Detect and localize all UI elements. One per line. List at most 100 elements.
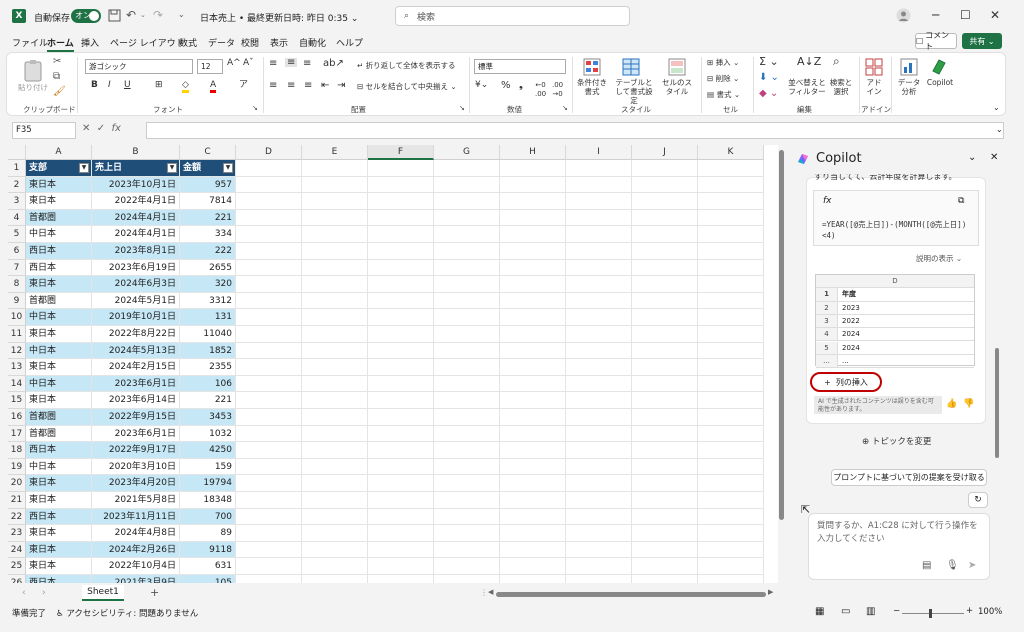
empty-cell[interactable]: [500, 176, 566, 194]
empty-cell[interactable]: [434, 309, 500, 326]
table-cell[interactable]: 700: [180, 508, 236, 526]
empty-cell[interactable]: [698, 541, 764, 559]
sheet-tab[interactable]: Sheet1: [82, 585, 124, 601]
empty-cell[interactable]: [698, 425, 764, 443]
empty-cell[interactable]: [566, 292, 632, 310]
empty-cell[interactable]: [434, 326, 500, 343]
empty-cell[interactable]: [302, 342, 368, 360]
tab-home[interactable]: ホーム: [47, 36, 74, 52]
copilot-ribbon-button[interactable]: Copilot: [925, 78, 955, 87]
column-header[interactable]: A: [26, 145, 92, 160]
empty-cell[interactable]: [434, 475, 500, 492]
empty-cell[interactable]: [566, 541, 632, 559]
suggest-alternative-button[interactable]: プロンプトに基づいて別の提案を受け取る: [831, 469, 987, 486]
empty-cell[interactable]: [698, 392, 764, 409]
conditional-formatting-button[interactable]: 条件付き書式: [574, 78, 610, 96]
empty-cell[interactable]: [698, 259, 764, 277]
row-header[interactable]: 19: [8, 458, 26, 476]
empty-cell[interactable]: [434, 243, 500, 260]
empty-cell[interactable]: [302, 160, 368, 177]
increase-font-icon[interactable]: A^: [227, 59, 241, 68]
empty-cell[interactable]: [500, 292, 566, 310]
row-header[interactable]: 9: [8, 292, 26, 310]
empty-cell[interactable]: [368, 292, 434, 310]
align-bottom-icon[interactable]: ≡: [303, 59, 311, 69]
row-header[interactable]: 11: [8, 326, 26, 343]
table-cell[interactable]: 4250: [180, 442, 236, 459]
table-cell[interactable]: 東日本: [26, 525, 92, 542]
row-header[interactable]: 8: [8, 276, 26, 293]
empty-cell[interactable]: [236, 209, 302, 227]
table-cell[interactable]: 西日本: [26, 243, 92, 260]
close-window-icon[interactable]: ✕: [990, 8, 1000, 22]
change-topic-button[interactable]: ⊕ トピックを変更: [862, 435, 931, 447]
table-cell[interactable]: 2023年6月19日: [92, 259, 180, 277]
table-cell[interactable]: 2023年8月1日: [92, 243, 180, 260]
table-cell[interactable]: 西日本: [26, 259, 92, 277]
align-center-icon[interactable]: ≡: [287, 81, 295, 91]
table-cell[interactable]: 中日本: [26, 309, 92, 326]
empty-cell[interactable]: [236, 292, 302, 310]
empty-cell[interactable]: [632, 176, 698, 194]
table-cell[interactable]: 中日本: [26, 458, 92, 476]
empty-cell[interactable]: [236, 492, 302, 509]
empty-cell[interactable]: [434, 276, 500, 293]
table-cell[interactable]: 105: [180, 575, 236, 583]
table-cell[interactable]: 東日本: [26, 541, 92, 559]
empty-cell[interactable]: [698, 292, 764, 310]
empty-cell[interactable]: [368, 442, 434, 459]
empty-cell[interactable]: [302, 409, 368, 426]
row-header[interactable]: 14: [8, 375, 26, 393]
empty-cell[interactable]: [500, 492, 566, 509]
table-cell[interactable]: 東日本: [26, 193, 92, 210]
empty-cell[interactable]: [566, 575, 632, 583]
accessibility-status[interactable]: ♿ アクセシビリティ: 問題ありません: [56, 607, 198, 619]
align-top-icon[interactable]: ≡: [269, 59, 277, 69]
empty-cell[interactable]: [566, 508, 632, 526]
empty-cell[interactable]: [302, 292, 368, 310]
empty-cell[interactable]: [632, 326, 698, 343]
hscroll-options-icon[interactable]: ⋮: [480, 588, 488, 597]
table-cell[interactable]: 334: [180, 226, 236, 243]
empty-cell[interactable]: [368, 342, 434, 360]
empty-cell[interactable]: [434, 392, 500, 409]
empty-cell[interactable]: [368, 359, 434, 376]
sort-filter-icon[interactable]: A↓Z: [797, 56, 821, 67]
empty-cell[interactable]: [236, 475, 302, 492]
empty-cell[interactable]: [236, 259, 302, 277]
empty-cell[interactable]: [566, 176, 632, 194]
find-select-icon[interactable]: ⌕: [833, 55, 840, 67]
align-middle-icon[interactable]: ≡: [285, 58, 298, 68]
filter-dropdown-icon[interactable]: ▼: [79, 163, 89, 173]
empty-cell[interactable]: [632, 558, 698, 575]
font-size-select[interactable]: 12: [197, 59, 223, 74]
empty-cell[interactable]: [368, 243, 434, 260]
table-cell[interactable]: 西日本: [26, 575, 92, 583]
empty-cell[interactable]: [302, 541, 368, 559]
font-name-select[interactable]: 游ゴシック: [85, 59, 193, 74]
tab-page-layout[interactable]: ページ レイアウト: [110, 36, 185, 49]
paste-button[interactable]: 貼り付け: [17, 83, 49, 92]
expand-formula-icon[interactable]: ⌄: [996, 125, 1003, 134]
empty-cell[interactable]: [302, 243, 368, 260]
table-cell[interactable]: 2020年3月10日: [92, 458, 180, 476]
empty-cell[interactable]: [566, 442, 632, 459]
row-header[interactable]: 25: [8, 558, 26, 575]
empty-cell[interactable]: [368, 326, 434, 343]
column-header[interactable]: K: [698, 145, 764, 160]
empty-cell[interactable]: [236, 243, 302, 260]
underline-icon[interactable]: U: [124, 81, 131, 90]
empty-cell[interactable]: [434, 575, 500, 583]
table-cell[interactable]: 221: [180, 392, 236, 409]
empty-cell[interactable]: [236, 193, 302, 210]
empty-cell[interactable]: [368, 276, 434, 293]
empty-cell[interactable]: [368, 409, 434, 426]
table-cell[interactable]: 東日本: [26, 492, 92, 509]
table-cell[interactable]: 中日本: [26, 342, 92, 360]
empty-cell[interactable]: [302, 508, 368, 526]
decrease-font-icon[interactable]: Aˇ: [243, 59, 254, 68]
prompt-guide-icon[interactable]: ▤: [922, 560, 931, 571]
empty-cell[interactable]: [632, 492, 698, 509]
table-cell[interactable]: 首都圏: [26, 425, 92, 443]
table-cell[interactable]: 2022年10月4日: [92, 558, 180, 575]
